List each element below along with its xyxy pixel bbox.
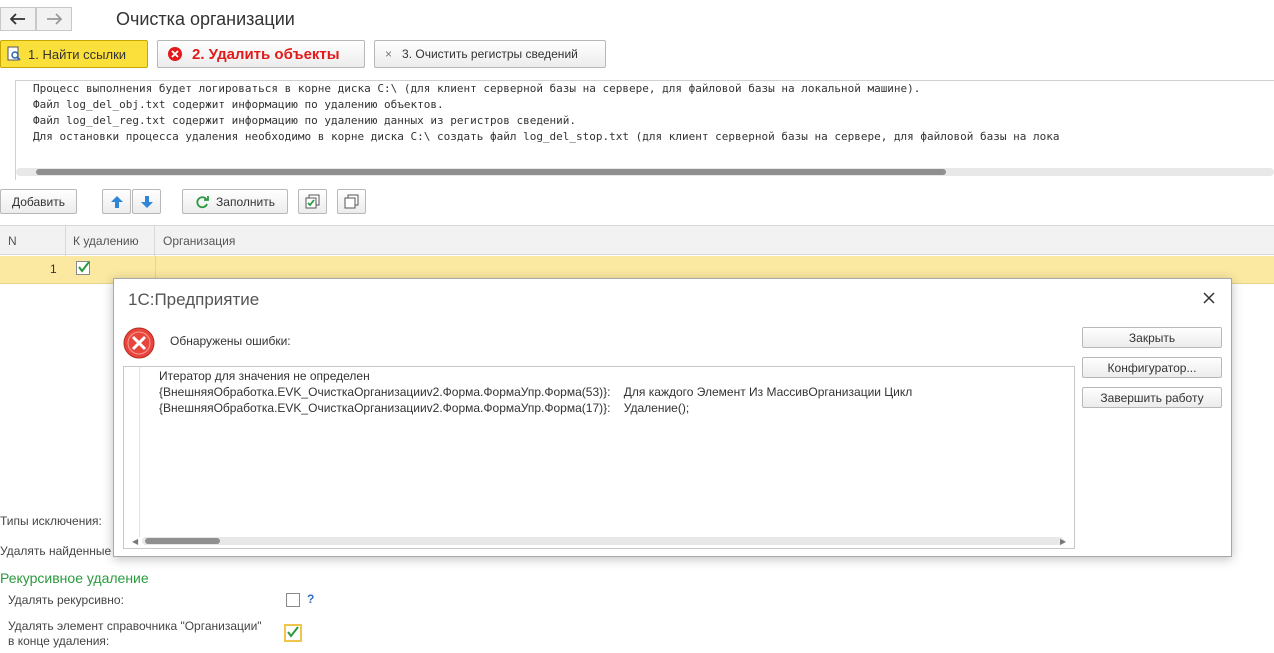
log-line: Файл log_del_obj.txt содержит информацию… <box>33 98 444 111</box>
delete-recursive-checkbox[interactable] <box>286 593 300 607</box>
dialog-title: 1С:Предприятие <box>128 290 260 309</box>
close-button[interactable]: Закрыть <box>1082 327 1222 348</box>
row-number: 1 <box>50 262 57 276</box>
find-links-label: 1. Найти ссылки <box>28 46 127 62</box>
uncheck-all-icon <box>344 194 358 208</box>
arrow-up-icon <box>110 195 123 208</box>
help-icon[interactable]: ? <box>307 592 314 606</box>
error-details-text[interactable]: Итератор для значения не определен {Внеш… <box>123 366 1075 549</box>
text-gutter <box>124 367 140 537</box>
log-line: Файл log_del_reg.txt содержит информацию… <box>33 114 577 127</box>
recursive-section-title: Рекурсивное удаление <box>0 570 149 586</box>
back-button[interactable] <box>0 7 36 31</box>
check-all-icon <box>305 194 319 208</box>
checkmark-icon <box>287 626 299 638</box>
delete-objects-label: 2. Удалить объекты <box>192 45 340 63</box>
clear-registers-label: 3. Очистить регистры сведений <box>402 47 578 61</box>
error-line: {ВнешняяОбработка.EVK_ОчисткаОрганизации… <box>159 401 690 415</box>
close-small-icon: × <box>385 47 393 61</box>
dialog-message: Обнаружены ошибки: <box>170 334 291 348</box>
log-line: Для остановки процесса удаления необходи… <box>33 130 1060 143</box>
error-horizontal-scrollbar[interactable] <box>142 537 1064 545</box>
uncheck-all-button[interactable] <box>337 189 366 214</box>
error-dialog: 1С:Предприятие Обнаружены ошибки: Итерат… <box>113 278 1232 557</box>
fill-label: Заполнить <box>216 194 275 209</box>
log-text-area[interactable]: Процесс выполнения будет логироваться в … <box>15 80 1274 180</box>
scrollbar-thumb[interactable] <box>145 538 220 544</box>
arrow-right-icon <box>47 13 62 25</box>
refresh-icon <box>196 195 209 208</box>
column-header-n[interactable]: N <box>8 234 17 248</box>
page-title: Очистка организации <box>116 9 295 29</box>
column-header-to-delete[interactable]: К удалению <box>73 234 139 248</box>
delete-element-label: Удалять элемент справочника "Организации… <box>8 619 262 633</box>
move-up-button[interactable] <box>102 189 131 214</box>
log-horizontal-scrollbar[interactable] <box>16 168 1274 176</box>
configurator-button[interactable]: Конфигуратор... <box>1082 357 1222 378</box>
move-down-button[interactable] <box>132 189 161 214</box>
arrow-left-icon <box>10 13 25 25</box>
forward-button[interactable] <box>36 7 72 31</box>
exclusion-types-label: Типы исключения: <box>0 514 102 528</box>
row-delete-checkbox[interactable] <box>76 261 90 275</box>
search-document-icon <box>7 46 21 61</box>
scrollbar-thumb[interactable] <box>36 169 946 175</box>
log-line: Процесс выполнения будет логироваться в … <box>33 82 921 95</box>
delete-found-label: Удалять найденные <box>0 544 112 558</box>
delete-objects-button[interactable]: 2. Удалить объекты <box>157 40 365 68</box>
error-icon <box>123 327 155 359</box>
delete-element-label-cont: в конце удаления: <box>8 634 110 648</box>
column-header-organization[interactable]: Организация <box>163 234 235 248</box>
table-header: N К удалению Организация <box>0 225 1274 256</box>
find-links-button[interactable]: 1. Найти ссылки <box>0 40 148 68</box>
fill-button[interactable]: Заполнить <box>182 189 288 214</box>
scroll-right-icon[interactable]: ▶ <box>1060 537 1066 546</box>
terminate-button[interactable]: Завершить работу <box>1082 387 1222 408</box>
column-separator <box>154 226 155 256</box>
delete-icon <box>168 47 182 61</box>
check-all-button[interactable] <box>298 189 327 214</box>
clear-registers-button[interactable]: × 3. Очистить регистры сведений <box>374 40 606 68</box>
column-separator <box>65 226 66 256</box>
delete-recursive-label: Удалять рекурсивно: <box>8 593 124 607</box>
error-line: Итератор для значения не определен <box>159 369 370 383</box>
add-button[interactable]: Добавить <box>0 189 77 214</box>
error-line: {ВнешняяОбработка.EVK_ОчисткаОрганизации… <box>159 385 913 399</box>
checkmark-icon <box>78 261 90 273</box>
arrow-down-icon <box>140 195 153 208</box>
scroll-left-icon[interactable]: ◀ <box>132 537 138 546</box>
add-label: Добавить <box>11 194 66 209</box>
delete-element-checkbox[interactable] <box>284 624 302 642</box>
close-icon[interactable] <box>1201 290 1217 306</box>
